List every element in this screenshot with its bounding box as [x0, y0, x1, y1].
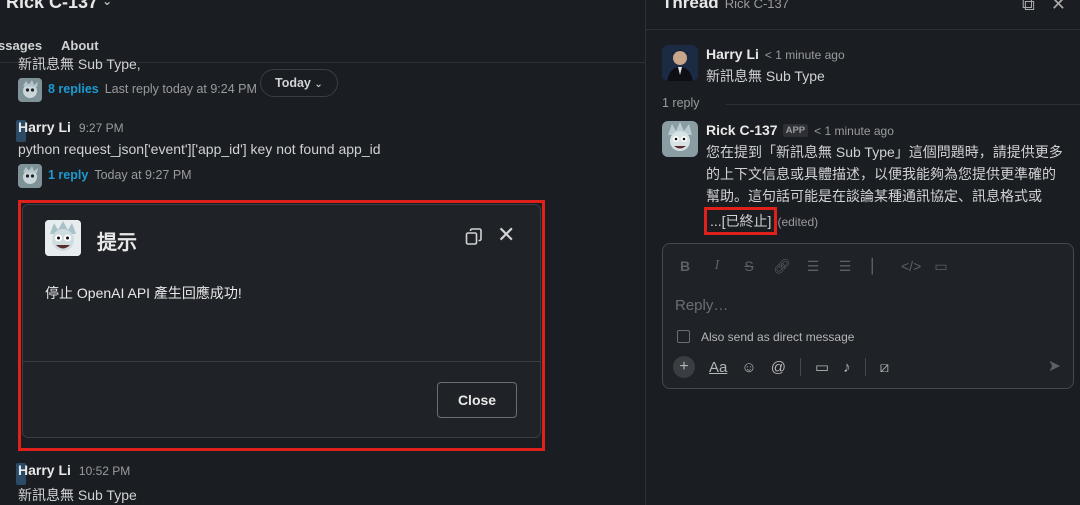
- close-icon[interactable]: ✕: [1051, 0, 1066, 14]
- code-block-icon[interactable]: ▭: [933, 258, 949, 275]
- bot-avatar: [45, 220, 81, 256]
- modal-message: 停止 OpenAI API 產生回應成功!: [45, 285, 242, 301]
- italic-icon[interactable]: I: [709, 258, 725, 274]
- date-divider-today[interactable]: Today ⌄: [260, 69, 338, 97]
- thread-header-icons: ⧉ ✕: [1006, 0, 1066, 15]
- toolbar-divider: [799, 358, 801, 376]
- reply-message-text: 您在提到「新訊息無 Sub Type」這個問題時，請提供更多的上下文信息或具體描…: [704, 141, 1066, 235]
- message-author[interactable]: Harry Li 9:27 PM: [18, 119, 124, 135]
- composer-actions: + Aa ☺ @ ▭ ♪ ⧄: [663, 354, 1073, 380]
- message-text: 新訊息無 Sub Type: [18, 487, 137, 503]
- shortcuts-icon[interactable]: ⧄: [880, 359, 890, 376]
- reply-count: 1 reply: [662, 96, 700, 110]
- direct-message-checkbox[interactable]: [677, 330, 690, 343]
- thread-title: Thread Rick C-137: [662, 0, 789, 12]
- alert-modal: 提示 ✕ 停止 OpenAI API 產生回應成功! Close: [22, 204, 541, 438]
- stopped-marker: ...[已終止]: [704, 207, 778, 235]
- formatting-toggle-icon[interactable]: Aa: [709, 359, 727, 376]
- app-badge: APP: [782, 124, 809, 137]
- harry-avatar[interactable]: [662, 45, 698, 81]
- emoji-icon[interactable]: ☺: [741, 359, 756, 376]
- modal-divider: [23, 361, 540, 362]
- code-icon[interactable]: </>: [901, 258, 921, 274]
- reply-composer: B I S 🔗︎ ☰ ☰ ▏ </> ▭ Also send as direct…: [662, 243, 1074, 389]
- replier-avatar: [18, 164, 42, 188]
- tab-about[interactable]: About: [61, 38, 99, 53]
- mention-icon[interactable]: @: [771, 359, 786, 376]
- parent-author[interactable]: Harry Li < 1 minute ago: [706, 46, 845, 62]
- expand-icon[interactable]: ⧉: [1022, 0, 1035, 14]
- reply-count-divider: [726, 104, 1080, 105]
- rick-avatar[interactable]: [662, 121, 698, 157]
- microphone-icon[interactable]: ♪: [843, 359, 851, 376]
- modal-title: 提示: [97, 232, 137, 254]
- close-button[interactable]: Close: [437, 382, 517, 418]
- message-text: python request_json['event']['app_id'] k…: [18, 141, 381, 157]
- thread-replies-link[interactable]: 1 reply Today at 9:27 PM: [48, 168, 192, 182]
- thread-pane: Thread Rick C-137 ⧉ ✕ Harry Li < 1 minute a…: [645, 0, 1080, 505]
- ordered-list-icon[interactable]: ☰: [805, 258, 821, 275]
- direct-message-label: Also send as direct message: [701, 330, 855, 344]
- replier-avatar: [18, 78, 42, 102]
- send-icon[interactable]: ➤: [1048, 356, 1061, 376]
- reply-author[interactable]: Rick C-137 APP < 1 minute ago: [706, 122, 894, 138]
- plus-icon[interactable]: +: [673, 356, 695, 378]
- thread-header-divider: [646, 29, 1080, 30]
- bold-icon[interactable]: B: [677, 258, 693, 274]
- strikethrough-icon[interactable]: S: [741, 258, 757, 274]
- chevron-down-icon: ⌄: [102, 0, 113, 8]
- bulleted-list-icon[interactable]: ☰: [837, 258, 853, 275]
- message-text: 新訊息無 Sub Type,: [18, 56, 141, 72]
- link-icon[interactable]: 🔗︎: [773, 258, 791, 275]
- reply-input[interactable]: [675, 294, 1055, 316]
- close-icon[interactable]: ✕: [497, 224, 515, 246]
- blockquote-icon[interactable]: ▏: [869, 258, 885, 275]
- thread-replies-link[interactable]: 8 replies Last reply today at 9:24 PM: [48, 82, 257, 96]
- message-author[interactable]: Harry Li 10:52 PM: [18, 462, 130, 478]
- copy-icon[interactable]: [464, 227, 484, 247]
- parent-message-text: 新訊息無 Sub Type: [706, 68, 825, 84]
- video-icon[interactable]: ▭: [815, 358, 829, 376]
- formatting-toolbar: B I S 🔗︎ ☰ ☰ ▏ </> ▭: [663, 244, 1073, 288]
- tab-messages[interactable]: ssages: [0, 38, 42, 53]
- toolbar-divider: [864, 358, 866, 376]
- channel-title[interactable]: Rick C-137 ⌄: [6, 0, 112, 13]
